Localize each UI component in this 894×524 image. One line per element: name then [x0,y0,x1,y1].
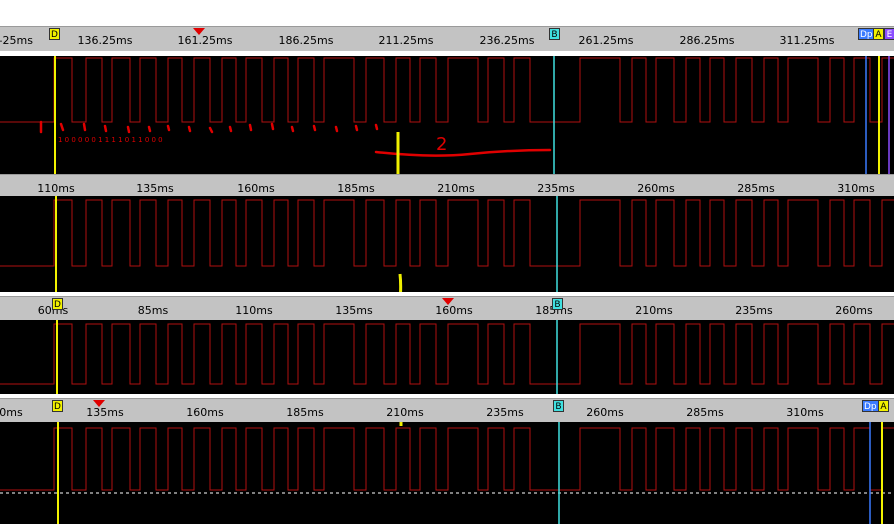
marker-b-flag[interactable]: B [549,28,560,40]
waveform-trace: 1 0 0 0 0 0 1 1 1 1 0 1 1 0 0 0 2 [0,56,894,174]
tick-label: 160ms [237,182,275,195]
waveform-panel-2[interactable]: 110ms 135ms 160ms 185ms 210ms 235ms 260m… [0,174,894,292]
time-ruler-4[interactable]: 0ms 135ms 160ms 185ms 210ms 235ms 260ms … [0,398,894,423]
tick-label: 236.25ms [479,34,535,47]
tick-label: 185ms [337,182,375,195]
marker-d-flag[interactable]: D [52,400,63,412]
tick-label: 110ms [37,182,75,195]
tick-label: 160ms [186,406,224,419]
waveform-trace [0,196,894,292]
tick-label: 310ms [786,406,824,419]
tick-label: 211.25ms [378,34,434,47]
tick-label: 285ms [686,406,724,419]
cursor-triangle[interactable] [93,400,105,407]
tick-label: 186.25ms [278,34,334,47]
tick-label: 286.25ms [679,34,735,47]
annotation-number: 2 [436,134,447,155]
waveform-panel-3[interactable]: 60ms 85ms 110ms 135ms 160ms 185ms 210ms … [0,292,894,394]
time-ruler-1[interactable]: –25ms 136.25ms 161.25ms 186.25ms 211.25m… [0,26,894,51]
tick-label: 235ms [735,304,773,317]
tick-label: 260ms [637,182,675,195]
tick-label: 261.25ms [578,34,634,47]
tick-label: 136.25ms [77,34,133,47]
marker-d-flag[interactable]: D [52,298,63,310]
tick-label: 85ms [137,304,169,317]
tick-label: 210ms [635,304,673,317]
tick-label: 185ms [286,406,324,419]
marker-a-flag[interactable]: A [873,28,884,40]
trace-area-2[interactable] [0,196,894,292]
tick-label: 235ms [537,182,575,195]
marker-a-flag[interactable]: A [878,400,889,412]
time-ruler-3[interactable]: 60ms 85ms 110ms 135ms 160ms 185ms 210ms … [0,296,894,321]
marker-b-flag[interactable]: B [552,298,563,310]
tick-label: 260ms [835,304,873,317]
tick-label: –25ms [0,34,33,47]
tick-label: 210ms [386,406,424,419]
waveform-panel-1[interactable]: –25ms 136.25ms 161.25ms 186.25ms 211.25m… [0,26,894,174]
marker-d-flag[interactable]: D [49,28,60,40]
tick-label: 285ms [737,182,775,195]
tick-label: 161.25ms [177,34,233,47]
cursor-triangle[interactable] [193,28,205,35]
annotation-bits: 1 0 0 0 0 0 1 1 1 1 0 1 1 0 0 0 [58,136,163,144]
annotation-yellow-stroke [398,273,403,292]
trace-area-3[interactable] [0,320,894,394]
marker-e-flag[interactable]: E [884,28,894,40]
trace-area-1[interactable]: 1 0 0 0 0 0 1 1 1 1 0 1 1 0 0 0 2 [0,56,894,174]
tick-label: 135ms [335,304,373,317]
waveform-panel-4[interactable]: 0ms 135ms 160ms 185ms 210ms 235ms 260ms … [0,394,894,524]
tick-label: 110ms [235,304,273,317]
tick-label: 310ms [837,182,875,195]
tick-label: 160ms [435,304,473,317]
marker-dp-flag[interactable]: Dp [862,400,879,412]
tick-label: 235ms [486,406,524,419]
waveform-trace [0,422,894,524]
tick-label: 311.25ms [779,34,835,47]
trace-area-4[interactable] [0,422,894,524]
marker-b-flag[interactable]: B [553,400,564,412]
tick-label: 135ms [86,406,124,419]
tick-label: 0ms [0,406,23,419]
cursor-triangle[interactable] [442,298,454,305]
tick-label: 260ms [586,406,624,419]
tick-label: 210ms [437,182,475,195]
waveform-trace [0,320,894,394]
tick-label: 135ms [136,182,174,195]
